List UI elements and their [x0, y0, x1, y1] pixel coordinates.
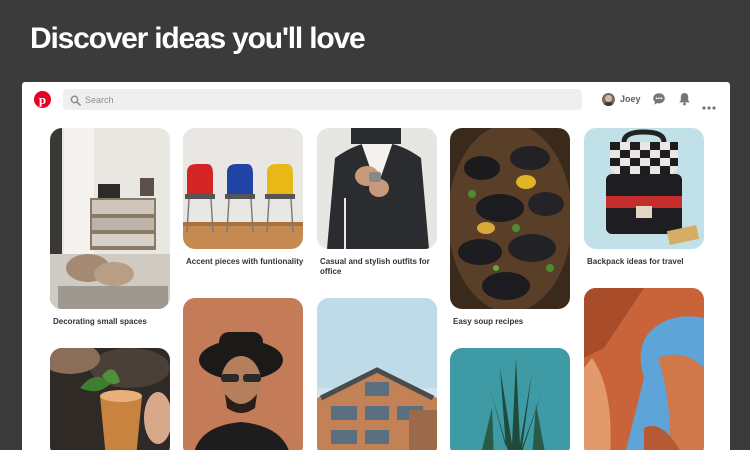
- pin-man-hat[interactable]: [183, 298, 303, 450]
- notification-bell-icon[interactable]: [678, 92, 691, 111]
- pin-caption: Casual and stylish outfits for office: [320, 257, 430, 276]
- more-options-icon[interactable]: [702, 97, 716, 115]
- pin-caption: Easy soup recipes: [453, 317, 524, 326]
- pin-caption: Decorating small spaces: [53, 317, 147, 326]
- pin-backpack[interactable]: [584, 128, 704, 249]
- pin-casual-outfits[interactable]: [317, 128, 437, 249]
- top-navigation-bar: p Joey: [22, 82, 730, 118]
- svg-text:p: p: [39, 92, 46, 107]
- pin-caption: Backpack ideas for travel: [587, 257, 684, 266]
- search-bar[interactable]: [63, 89, 582, 110]
- app-window: p Joey: [22, 82, 730, 450]
- pin-caption: Accent pieces with funtionality: [186, 257, 304, 266]
- search-icon: [70, 93, 81, 111]
- page-headline: Discover ideas you'll love: [30, 22, 366, 55]
- avatar: [602, 93, 615, 106]
- message-icon[interactable]: [652, 92, 666, 111]
- pin-soup[interactable]: [450, 128, 570, 309]
- pin-cocktail[interactable]: [50, 348, 170, 450]
- pin-canyon[interactable]: [584, 288, 704, 450]
- profile-name: Joey: [620, 94, 641, 104]
- pin-building[interactable]: [317, 298, 437, 450]
- search-input[interactable]: [85, 89, 565, 110]
- pin-plant[interactable]: [450, 348, 570, 450]
- pin-accent-pieces[interactable]: [183, 128, 303, 249]
- pinterest-logo-icon[interactable]: p: [34, 91, 51, 108]
- pin-decorating-small-spaces[interactable]: [50, 128, 170, 309]
